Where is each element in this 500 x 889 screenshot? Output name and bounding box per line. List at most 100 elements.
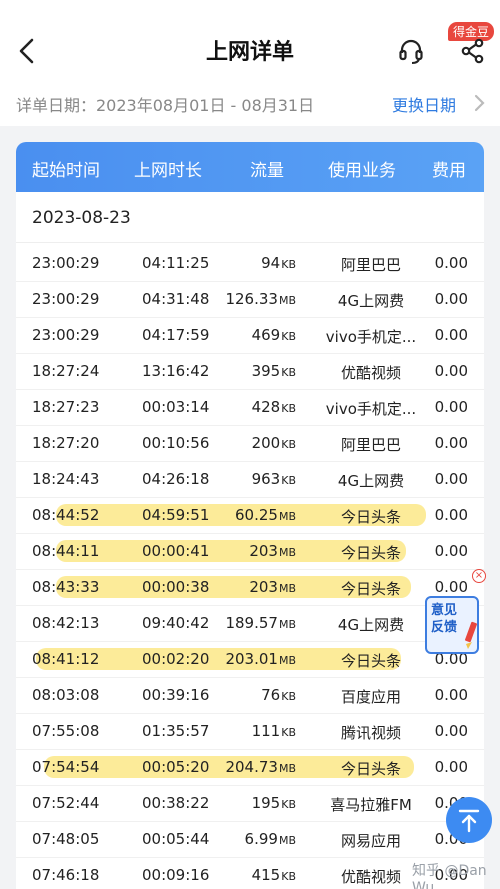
table-row: 07:52:44 00:38:22 195KB 喜马拉雅FM 0.00: [16, 786, 484, 822]
column-start-time: 起始时间: [32, 161, 100, 181]
traffic-amount: 415: [251, 866, 281, 884]
traffic-unit: MB: [278, 654, 296, 667]
table-row: 08:44:11 00:00:41 203MB 今日头条 0.00: [16, 534, 484, 570]
traffic-unit: MB: [278, 294, 296, 307]
watermark: 知乎 @Dan Wu: [412, 863, 487, 889]
table-row: 23:00:29 04:31:48 126.33MB 4G上网费 0.00: [16, 282, 484, 318]
headset-icon[interactable]: [398, 38, 424, 64]
table-row: 18:24:43 04:26:18 963KB 4G上网费 0.00: [16, 462, 484, 498]
table-row: 08:41:12 00:02:20 203.01MB 今日头条 0.00: [16, 642, 484, 678]
cell-fee: 0.00: [434, 326, 468, 344]
cell-duration: 00:00:41: [142, 542, 210, 560]
page-title: 上网详单: [205, 40, 294, 65]
back-to-top-button[interactable]: [446, 797, 492, 843]
cell-start-time: 18:27:24: [32, 362, 100, 380]
cell-traffic: 204.73MB: [225, 758, 296, 776]
cell-start-time: 18:27:23: [32, 398, 100, 416]
cell-traffic: 76KB: [261, 686, 296, 704]
feedback-button[interactable]: 意见反馈: [425, 596, 479, 654]
traffic-unit: MB: [278, 834, 296, 847]
cell-fee: 0.00: [434, 506, 468, 524]
traffic-amount: 963: [251, 470, 281, 488]
cell-duration: 04:31:48: [142, 290, 210, 308]
change-date-button[interactable]: 更换日期: [392, 92, 456, 116]
cell-fee: 0.00: [434, 254, 468, 272]
traffic-amount: 203: [249, 542, 278, 560]
cell-duration: 00:39:16: [142, 686, 210, 704]
chevron-right-icon[interactable]: [472, 93, 486, 113]
cell-service: 阿里巴巴: [340, 436, 401, 454]
share-icon[interactable]: [460, 38, 486, 64]
cell-start-time: 18:27:20: [32, 434, 100, 452]
cell-start-time: 23:00:29: [32, 290, 100, 308]
traffic-amount: 204.73: [225, 758, 278, 776]
cell-duration: 00:03:14: [142, 398, 210, 416]
traffic-unit: KB: [281, 474, 296, 487]
date-range-bar: 详单日期：2023年08月01日 - 08月31日 更换日期: [0, 80, 500, 126]
cell-start-time: 18:24:43: [32, 470, 100, 488]
traffic-amount: 126.33: [225, 290, 278, 308]
cell-traffic: 428KB: [252, 398, 296, 416]
cell-start-time: 23:00:29: [32, 326, 100, 344]
cell-start-time: 23:00:29: [32, 254, 100, 272]
traffic-amount: 428: [251, 398, 281, 416]
cell-duration: 00:00:38: [142, 578, 210, 596]
traffic-amount: 111: [251, 722, 281, 740]
traffic-unit: MB: [278, 582, 296, 595]
cell-fee: 0.00: [434, 470, 468, 488]
traffic-unit: MB: [278, 510, 296, 523]
traffic-unit: KB: [281, 366, 296, 379]
close-icon[interactable]: ×: [472, 569, 486, 583]
table-row: 08:42:1309:40:42189.57MB4G上网费0.00: [16, 606, 484, 642]
traffic-unit: KB: [281, 690, 296, 703]
traffic-amount: 203: [249, 578, 278, 596]
cell-service: 4G上网费: [337, 472, 405, 490]
cell-service: vivo手机定...: [325, 400, 417, 418]
cell-start-time: 07:55:08: [32, 722, 100, 740]
table-header: 起始时间 上网时长 流量 使用业务 费用: [16, 142, 484, 192]
cell-service: vivo手机定...: [325, 328, 417, 346]
cell-service: 4G上网费: [337, 616, 405, 634]
cell-traffic: 94KB: [261, 254, 296, 272]
cell-fee: 0.00: [434, 722, 468, 740]
traffic-amount: 469: [251, 326, 281, 344]
cell-fee: 0.00: [434, 578, 468, 596]
table-row: 18:27:20 00:10:56 200KB 阿里巴巴 0.00: [16, 426, 484, 462]
table-row: 08:44:52 04:59:51 60.25MB 今日头条 0.00: [16, 498, 484, 534]
cell-service: 今日头条: [340, 508, 401, 526]
cell-service: 阿里巴巴: [340, 256, 401, 274]
traffic-amount: 94: [261, 254, 281, 272]
cell-duration: 00:38:22: [142, 794, 210, 812]
cell-service: 喜马拉雅FM: [330, 796, 412, 814]
cell-fee: 0.00: [434, 290, 468, 308]
table-row: 07:48:05 00:05:44 6.99MB 网易应用 0.00: [16, 822, 484, 858]
traffic-amount: 76: [261, 686, 281, 704]
cell-duration: 13:16:42: [142, 362, 210, 380]
cell-traffic: 203MB: [249, 542, 296, 560]
table-row: 08:43:33 00:00:38 203MB 今日头条 0.00: [16, 570, 484, 606]
table-row: 08:03:08 00:39:16 76KB 百度应用 0.00: [16, 678, 484, 714]
cell-traffic: 60.25MB: [235, 506, 296, 524]
cell-service: 今日头条: [340, 760, 401, 778]
detail-table: 起始时间 上网时长 流量 使用业务 费用 2023-08-23 23:00:29…: [16, 142, 484, 889]
cell-service: 4G上网费: [337, 292, 405, 310]
cell-duration: 00:09:16: [142, 866, 210, 884]
cell-service: 优酷视频: [340, 364, 401, 382]
cell-duration: 00:10:56: [142, 434, 210, 452]
cell-service: 今日头条: [340, 544, 401, 562]
traffic-amount: 395: [251, 362, 281, 380]
cell-fee: 0.00: [434, 362, 468, 380]
cell-duration: 04:17:59: [142, 326, 210, 344]
cell-fee: 0.00: [434, 434, 468, 452]
arrow-up-icon: [458, 809, 480, 833]
cell-start-time: 08:44:11: [32, 542, 100, 560]
cell-service: 今日头条: [340, 652, 401, 670]
traffic-unit: KB: [281, 402, 296, 415]
feedback-label: 意见反馈: [431, 603, 458, 635]
cell-traffic: 415KB: [252, 866, 296, 884]
cell-duration: 01:35:57: [142, 722, 210, 740]
traffic-unit: KB: [281, 798, 296, 811]
traffic-unit: MB: [278, 762, 296, 775]
cell-service: 优酷视频: [340, 868, 401, 886]
table-row: 23:00:29 04:17:59 469KB vivo手机定... 0.00: [16, 318, 484, 354]
